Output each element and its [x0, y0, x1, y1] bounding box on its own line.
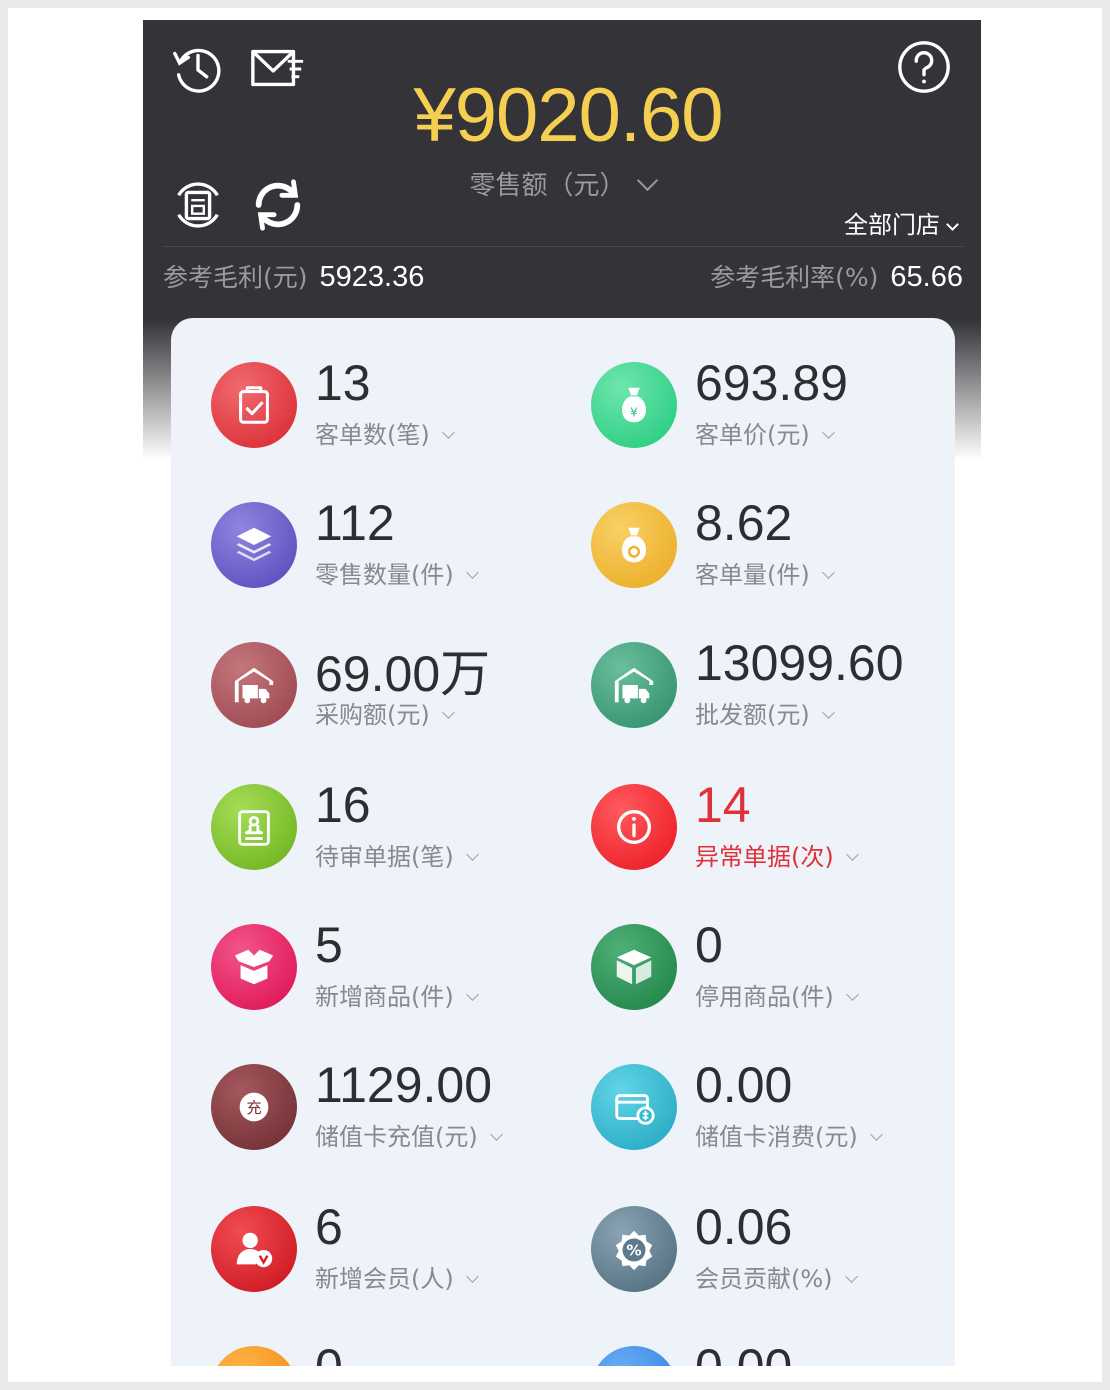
chevron-down-icon — [489, 1128, 503, 1141]
metric-label: 客单价(元) — [695, 421, 810, 449]
gross-margin-value: 65.66 — [890, 261, 963, 293]
store-selector[interactable]: 全部门店 — [844, 205, 959, 240]
metric-value: 1129.00 — [315, 1057, 493, 1113]
metric-new-products[interactable]: 5 新增商品(件) — [211, 917, 591, 1032]
metric-member-contribution[interactable]: % 0.06 会员贡献(%) — [591, 1199, 971, 1314]
store-label: 全部门店 — [844, 211, 940, 239]
gross-margin: 参考毛利率(%) 65.66 — [710, 258, 963, 294]
metric-value: 0.00 — [695, 1338, 792, 1366]
metric-label: 批发额(元) — [695, 701, 810, 729]
metric-value: 8.62 — [695, 495, 793, 551]
chevron-down-icon — [821, 426, 835, 439]
warehouse-truck-icon — [591, 642, 677, 728]
mobile-screen: ¥9020.60 零售额（元） 全部门店 参考毛利(元) 5923.36 参考毛利… — [143, 20, 981, 1366]
metric-value: 693.89 — [695, 355, 848, 411]
metric-label: 储值卡消费(元) — [695, 1123, 858, 1151]
chevron-down-icon — [821, 566, 835, 579]
metric-avg-order-price[interactable]: ¥ 693.89 客单价(元) — [591, 355, 971, 470]
divider — [163, 246, 963, 247]
new-member-icon — [211, 1206, 297, 1292]
chevron-down-icon — [844, 1270, 858, 1283]
metric-disabled-products[interactable]: 0 停用商品(件) — [591, 917, 971, 1032]
layers-icon — [211, 502, 297, 588]
svg-text:%: % — [626, 1242, 641, 1260]
chevron-down-icon — [636, 169, 658, 192]
metric-value: 112 — [315, 495, 395, 551]
chevron-down-icon — [821, 706, 835, 719]
header: ¥9020.60 零售额（元） 全部门店 参考毛利(元) 5923.36 参考毛利… — [143, 20, 981, 320]
clipboard-check-icon — [211, 362, 297, 448]
metric-partial-right[interactable]: 0.00 — [591, 1339, 971, 1366]
approval-doc-icon — [211, 784, 297, 870]
metric-wholesale-amount[interactable]: 13099.60 批发额(元) — [591, 635, 971, 750]
metric-value: 0.00 — [695, 1057, 793, 1113]
warehouse-truck-icon — [211, 642, 297, 728]
chevron-down-icon — [465, 1270, 479, 1283]
chevron-down-icon — [845, 988, 859, 1001]
metric-partial-left[interactable]: 0 — [211, 1339, 591, 1366]
retail-amount-selector[interactable]: 零售额（元） — [143, 165, 981, 202]
metric-label: 储值卡充值(元) — [315, 1123, 478, 1151]
metric-order-count[interactable]: 13 客单数(笔) — [211, 355, 591, 470]
chevron-down-icon — [845, 848, 859, 861]
metric-label: 待审单据(笔) — [315, 843, 454, 871]
gross-profit-label: 参考毛利(元) — [163, 263, 308, 292]
metric-value: 5 — [315, 917, 343, 973]
chevron-down-icon — [465, 566, 479, 579]
recharge-icon: 充 — [211, 1064, 297, 1150]
chevron-down-icon — [465, 988, 479, 1001]
metric-value: 0 — [695, 917, 723, 973]
metric-label: 客单量(件) — [695, 561, 810, 589]
metric-label: 新增商品(件) — [315, 983, 454, 1011]
metric-value: 6 — [315, 1199, 343, 1255]
chevron-down-icon — [465, 848, 479, 861]
metric-pending-documents[interactable]: 16 待审单据(笔) — [211, 777, 591, 892]
percent-badge-icon: % — [591, 1206, 677, 1292]
metric-new-members[interactable]: 6 新增会员(人) — [211, 1199, 591, 1314]
metric-purchase-amount[interactable]: 69.00万 采购额(元) — [211, 640, 591, 750]
metric-items-per-order[interactable]: 8.62 客单量(件) — [591, 495, 971, 610]
partial-icon — [211, 1346, 297, 1366]
svg-text:¥: ¥ — [630, 405, 638, 420]
metric-value: 14 — [695, 777, 751, 833]
metric-label: 客单数(笔) — [315, 421, 430, 449]
closed-box-icon — [591, 924, 677, 1010]
metric-value: 0.06 — [695, 1199, 793, 1255]
retail-amount-label: 零售额（元） — [469, 171, 626, 201]
card-payment-icon — [591, 1064, 677, 1150]
metric-value: 13099.60 — [695, 635, 904, 691]
metric-value: 0 — [315, 1338, 343, 1366]
open-box-icon — [211, 924, 297, 1010]
metric-card-consumption[interactable]: 0.00 储值卡消费(元) — [591, 1057, 971, 1172]
alert-info-icon — [591, 784, 677, 870]
metric-value: 13 — [315, 355, 371, 411]
chevron-down-icon — [441, 426, 455, 439]
retail-amount: ¥9020.60 — [413, 73, 724, 158]
gross-profit: 参考毛利(元) 5923.36 — [163, 258, 424, 294]
metric-label: 新增会员(人) — [315, 1265, 454, 1293]
metric-label: 零售数量(件) — [315, 561, 454, 589]
metric-abnormal-documents[interactable]: 14 异常单据(次) — [591, 777, 971, 892]
chevron-down-icon — [946, 218, 959, 231]
chevron-down-icon — [869, 1128, 883, 1141]
gross-profit-value: 5923.36 — [319, 261, 425, 293]
metric-retail-quantity[interactable]: 112 零售数量(件) — [211, 495, 591, 610]
metric-label: 停用商品(件) — [695, 983, 834, 1011]
svg-text:充: 充 — [246, 1099, 261, 1117]
metric-label: 采购额(元) — [315, 701, 430, 729]
money-bag-icon: ¥ — [591, 362, 677, 448]
metric-label: 异常单据(次) — [695, 843, 834, 871]
gross-margin-label: 参考毛利率(%) — [710, 263, 879, 292]
metrics-card: 13 客单数(笔) ¥ 693.89 客单价(元) 112 零售数量(件) 8.… — [171, 318, 955, 1366]
metric-card-recharge[interactable]: 充 1129.00 储值卡充值(元) — [211, 1057, 591, 1172]
metric-label: 会员贡献(%) — [695, 1265, 833, 1293]
chevron-down-icon — [441, 706, 455, 719]
coin-bag-icon — [591, 502, 677, 588]
partial-icon — [591, 1346, 677, 1366]
metric-value: 16 — [315, 777, 371, 833]
